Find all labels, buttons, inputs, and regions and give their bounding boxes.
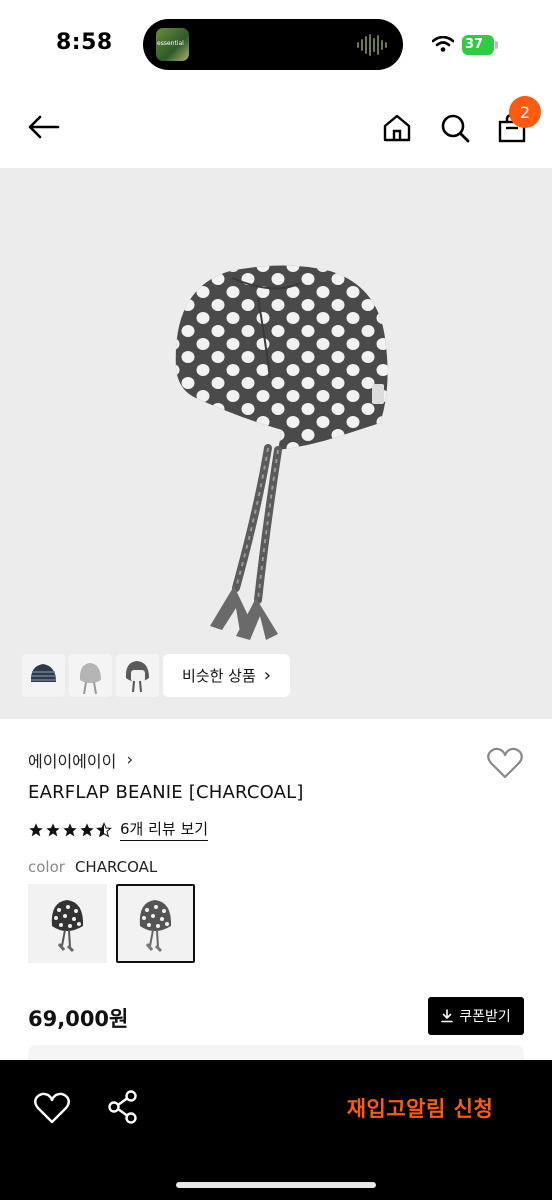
star-icon <box>63 822 77 836</box>
star-icon <box>80 822 94 836</box>
product-image <box>175 265 388 640</box>
restock-alert-button[interactable]: 재입고알림 신청 <box>320 1088 520 1128</box>
review-link[interactable]: 6개 리뷰 보기 <box>120 818 209 841</box>
home-indicator[interactable] <box>176 1182 376 1188</box>
similar-products-button[interactable]: 비슷한 상품 › <box>163 654 290 697</box>
status-time: 8:58 <box>56 30 113 55</box>
star-icon <box>46 822 60 836</box>
color-value: CHARCOAL <box>74 858 158 876</box>
product-title: EARFLAP BEANIE [CHARCOAL] <box>28 782 304 803</box>
chevron-right-icon: › <box>126 750 134 770</box>
home-icon <box>383 114 411 142</box>
star-rating <box>28 821 112 838</box>
product-image-gallery[interactable]: 비슷한 상품 › <box>0 168 552 719</box>
heart-outline-icon[interactable] <box>486 746 524 780</box>
back-button[interactable] <box>22 110 66 144</box>
audio-waveform-icon <box>357 33 389 57</box>
product-price: 69,000원 <box>28 1007 129 1031</box>
color-swatch[interactable] <box>28 884 107 963</box>
share-icon[interactable] <box>104 1088 142 1126</box>
half-star-icon <box>96 821 112 837</box>
search-button[interactable] <box>435 108 475 148</box>
rating-row: 6개 리뷰 보기 <box>28 818 209 841</box>
now-playing-thumbnail: essential <box>156 28 189 61</box>
heart-outline-icon[interactable] <box>32 1090 72 1126</box>
home-button[interactable] <box>377 108 417 148</box>
battery-level: 37 <box>465 37 484 52</box>
gallery-thumbnail[interactable] <box>116 654 159 697</box>
gallery-thumbnail[interactable] <box>22 654 65 697</box>
cart-count-badge[interactable]: 2 <box>509 96 541 128</box>
brand-name: 에이이에이이 <box>28 752 117 771</box>
similar-products-label: 비슷한 상품 <box>182 667 256 685</box>
top-navigation <box>0 90 552 168</box>
status-bar: 8:58 essential 37 <box>0 0 552 90</box>
bottom-action-bar: 재입고알림 신청 <box>0 1060 552 1200</box>
color-swatch-selected[interactable] <box>116 884 195 963</box>
dynamic-island: essential <box>143 19 403 70</box>
color-label: color <box>28 858 65 876</box>
wifi-icon <box>432 36 454 52</box>
chevron-right-icon: › <box>263 665 271 686</box>
battery-indicator: 37 <box>462 35 498 55</box>
color-option-row: color CHARCOAL <box>28 858 157 876</box>
coupon-label: 쿠폰받기 <box>459 1009 511 1025</box>
download-icon <box>441 1009 454 1023</box>
search-icon <box>441 114 470 143</box>
star-icon <box>29 822 43 836</box>
gallery-thumbnail[interactable] <box>69 654 112 697</box>
coupon-download-button[interactable]: 쿠폰받기 <box>428 997 524 1035</box>
arrow-left-icon <box>28 115 60 139</box>
brand-link[interactable]: 에이이에이이 › <box>28 748 133 772</box>
